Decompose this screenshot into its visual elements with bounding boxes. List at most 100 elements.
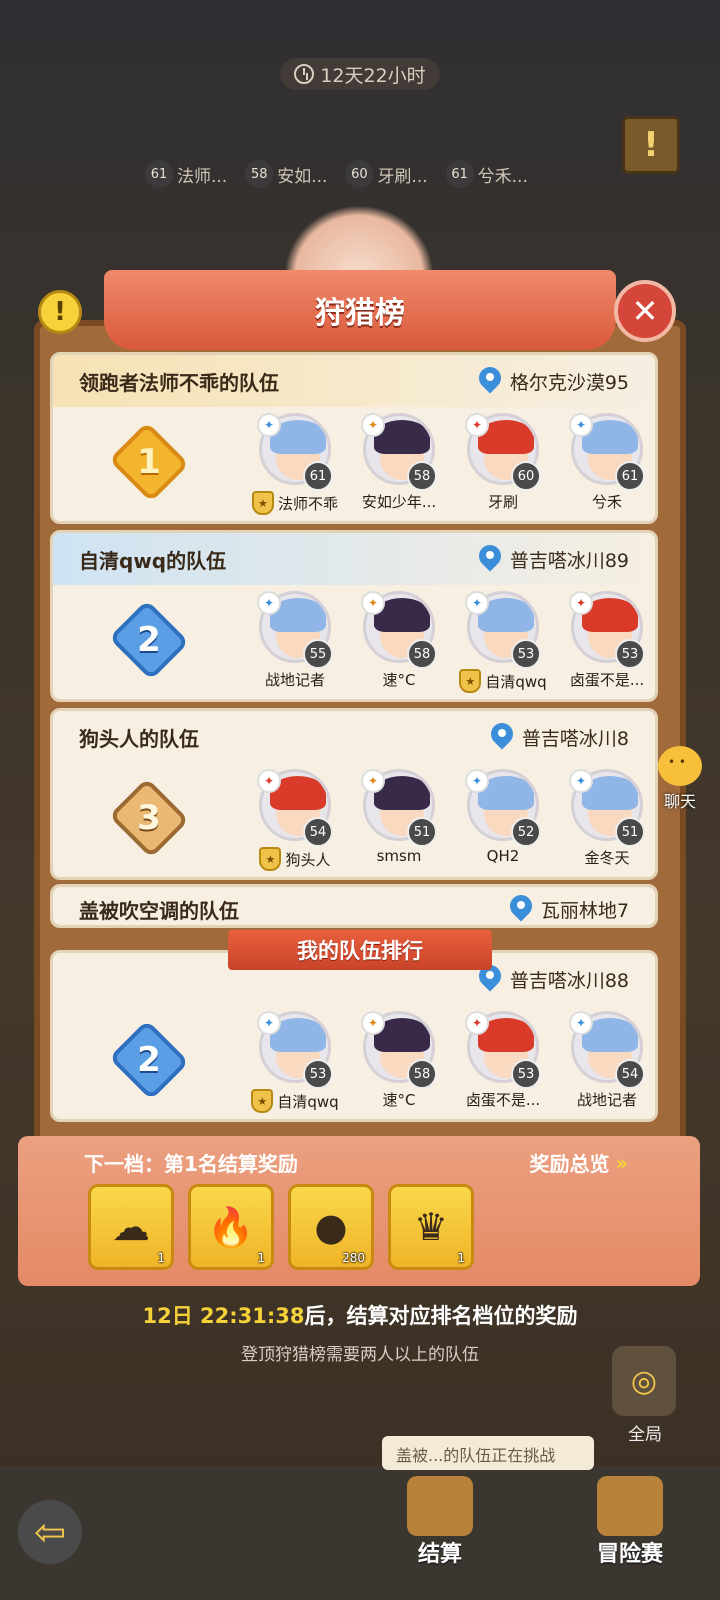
member-list: ✦ 53 ★ 自清qwq ✦ 58 速°C ✦ 53 卤蛋不是... ✦ 54 …: [243, 1011, 655, 1113]
member-name: 战地记者: [576, 1091, 637, 1109]
notice-bubble: 盖被...的队伍正在挑战: [382, 1436, 594, 1470]
team-card-header: 自清qwq的队伍 普吉嗒冰川89: [53, 533, 655, 585]
top-team-preview: 61 法师... 58 安如... 60 牙刷... 61 兮禾...: [145, 160, 528, 188]
shell-ornament-icon: [284, 205, 434, 275]
class-icon: ✦: [361, 769, 385, 793]
member-name: 金冬天: [584, 849, 630, 867]
my-team-card[interactable]: 普吉嗒冰川88 2 ✦ 53 ★ 自清qwq ✦ 58 速°C ✦ 53 卤蛋不…: [50, 950, 658, 1122]
global-map-button[interactable]: ◎ 全局: [612, 1346, 678, 1445]
rank-badge-silver: 2: [108, 1019, 190, 1101]
class-icon: ✦: [361, 591, 385, 615]
team-member[interactable]: ✦ 53 卤蛋不是...: [555, 591, 655, 693]
storm-cloud-icon: ☁: [112, 1205, 150, 1249]
level-badge: 61: [303, 461, 333, 491]
member-name: 自清qwq: [485, 672, 547, 691]
team-card[interactable]: 自清qwq的队伍 普吉嗒冰川89 2 ✦ 55 战地记者 ✦ 58 速°C ✦ …: [50, 530, 658, 702]
team-card-body: 2 ✦ 53 ★ 自清qwq ✦ 58 速°C ✦ 53 卤蛋不是... ✦ 5…: [53, 1005, 655, 1119]
team-card[interactable]: 领跑者法师不乖的队伍 格尔克沙漠95 1 ✦ 61 ★ 法师不乖 ✦ 58 安如少…: [50, 352, 658, 524]
team-location[interactable]: 普吉嗒冰川89: [478, 545, 629, 573]
timer-text: 12天22小时: [320, 64, 426, 87]
event-timer: 12天22小时: [280, 58, 440, 90]
map-pin-icon: ◎: [612, 1346, 676, 1416]
team-member[interactable]: ✦ 61 ★ 法师不乖: [243, 413, 347, 515]
level-badge: 54: [303, 817, 333, 847]
team-card-body: 3 ✦ 54 ★ 狗头人 ✦ 51 smsm ✦ 52 QH2 ✦ 51 金冬天: [53, 763, 655, 877]
leader-shield-icon: ★: [251, 491, 274, 515]
class-icon: ✦: [257, 591, 281, 615]
rank-badge-silver: 2: [108, 599, 190, 681]
level-badge: 54: [615, 1059, 645, 1089]
level-badge: 53: [303, 1059, 333, 1089]
team-member[interactable]: ✦ 53 ★ 自清qwq: [243, 1011, 347, 1113]
amber-orb-icon: ●: [314, 1205, 348, 1249]
rank-badge-bronze: 3: [108, 777, 190, 859]
team-member[interactable]: ✦ 58 速°C: [347, 1011, 451, 1113]
next-tier-label: 下一档：第1名结算奖励: [84, 1152, 298, 1176]
member-list: ✦ 61 ★ 法师不乖 ✦ 58 安如少年... ✦ 60 牙刷 ✦ 61 兮禾: [243, 413, 655, 515]
team-card-body: 2 ✦ 55 战地记者 ✦ 58 速°C ✦ 53 ★ 自清qwq ✦ 53 卤…: [53, 585, 655, 699]
team-location[interactable]: 格尔克沙漠95: [478, 367, 629, 395]
team-member[interactable]: ✦ 53 ★ 自清qwq: [451, 591, 555, 693]
close-button[interactable]: ✕: [614, 280, 676, 342]
reward-overview-button[interactable]: 奖励总览 ››: [530, 1148, 629, 1177]
class-icon: ✦: [361, 413, 385, 437]
team-member[interactable]: ✦ 54 战地记者: [555, 1011, 655, 1113]
back-button[interactable]: ⇦: [18, 1500, 82, 1564]
team-card-header: 领跑者法师不乖的队伍 格尔克沙漠95: [53, 355, 655, 407]
team-member[interactable]: ✦ 61 兮禾: [555, 413, 655, 515]
team-name: 盖被吹空调的队伍: [79, 898, 239, 923]
team-name: 自清qwq的队伍: [79, 548, 227, 573]
class-icon: ✦: [569, 769, 593, 793]
team-location[interactable]: 普吉嗒冰川88: [478, 965, 629, 993]
leader-shield-icon: ★: [251, 1089, 274, 1113]
top-member: 61 法师...: [145, 160, 227, 188]
chat-button[interactable]: 聊天: [648, 746, 712, 812]
member-name: 狗头人: [285, 850, 331, 869]
top-member: 58 安如...: [245, 160, 327, 188]
treasure-chest-icon: ♛: [413, 1205, 449, 1249]
team-member[interactable]: ✦ 55 战地记者: [243, 591, 347, 693]
location-pin-icon: [478, 367, 502, 395]
level-badge: 51: [615, 817, 645, 847]
level-badge: 53: [511, 639, 541, 669]
team-member[interactable]: ✦ 51 金冬天: [555, 769, 655, 871]
team-location[interactable]: 普吉嗒冰川8: [490, 723, 629, 751]
team-member[interactable]: ✦ 58 安如少年...: [347, 413, 451, 515]
team-name: 狗头人的队伍: [79, 726, 199, 751]
team-card[interactable]: 盖被吹空调的队伍 瓦丽林地7: [50, 884, 658, 928]
reward-item[interactable]: 🔥 1: [188, 1184, 274, 1270]
team-member[interactable]: ✦ 54 ★ 狗头人: [243, 769, 347, 871]
team-member[interactable]: ✦ 53 卤蛋不是...: [451, 1011, 555, 1113]
adventure-race-button[interactable]: 冒险赛: [570, 1476, 690, 1568]
team-card[interactable]: 狗头人的队伍 普吉嗒冰川8 3 ✦ 54 ★ 狗头人 ✦ 51 smsm ✦ 5…: [50, 708, 658, 880]
team-location[interactable]: 瓦丽林地7: [509, 895, 629, 923]
team-member[interactable]: ✦ 60 牙刷: [451, 413, 555, 515]
member-name: QH2: [486, 847, 520, 865]
settlement-info: 12日 22:31:38后，结算对应排名档位的奖励: [142, 1304, 578, 1328]
reward-panel: 下一档：第1名结算奖励 奖励总览 ›› ☁ 1 🔥 1 ● 280 ♛ 1: [18, 1136, 700, 1286]
member-name: 安如少年...: [361, 493, 437, 511]
quest-board-icon[interactable]: !: [622, 116, 680, 174]
reward-item[interactable]: ♛ 1: [388, 1184, 474, 1270]
class-icon: ✦: [569, 1011, 593, 1035]
level-badge: 58: [407, 1059, 437, 1089]
member-name: 兮禾: [591, 493, 622, 511]
reward-item[interactable]: ● 280: [288, 1184, 374, 1270]
team-member[interactable]: ✦ 51 smsm: [347, 769, 451, 871]
member-list: ✦ 54 ★ 狗头人 ✦ 51 smsm ✦ 52 QH2 ✦ 51 金冬天: [243, 769, 655, 871]
flame-icon: 🔥: [207, 1204, 255, 1249]
info-button[interactable]: !: [38, 290, 82, 334]
team-member[interactable]: ✦ 58 速°C: [347, 591, 451, 693]
level-badge: 53: [511, 1059, 541, 1089]
rank-badge-gold: 1: [108, 421, 190, 503]
leader-shield-icon: ★: [259, 847, 282, 871]
member-name: 自清qwq: [277, 1092, 339, 1111]
level-badge: 58: [407, 461, 437, 491]
member-name: 战地记者: [264, 671, 325, 689]
level-badge: 52: [511, 817, 541, 847]
member-list: ✦ 55 战地记者 ✦ 58 速°C ✦ 53 ★ 自清qwq ✦ 53 卤蛋不…: [243, 591, 655, 693]
reward-item[interactable]: ☁ 1: [88, 1184, 174, 1270]
settle-button[interactable]: 结算: [380, 1476, 500, 1568]
clock-icon: [294, 64, 315, 84]
team-member[interactable]: ✦ 52 QH2: [451, 769, 555, 871]
